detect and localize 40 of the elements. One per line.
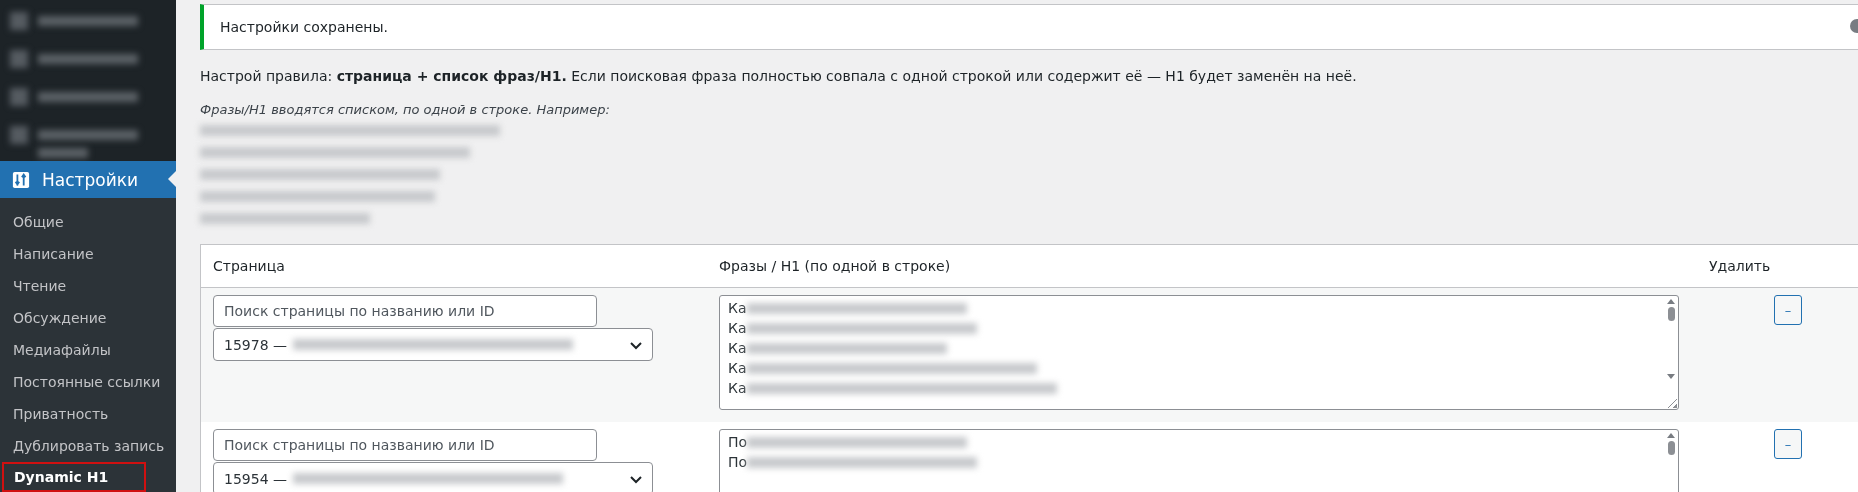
- column-header: Удалить: [1709, 258, 1771, 274]
- phrase-text: Ка: [728, 300, 747, 316]
- sidebar-item[interactable]: Приватность: [2, 398, 174, 430]
- redacted-icon: [10, 50, 28, 68]
- sidebar-item[interactable]: Обсуждение: [2, 302, 174, 334]
- notice-text: Настройки сохранены.: [220, 19, 388, 35]
- search-field[interactable]: Поиск страницы по названию или ID: [213, 429, 597, 461]
- description-text: Настрой правила: страница + список фраз/H1. Если поисковая фраза полностью совпала с одной строкой или содержит её — H1 будет заменён на неё.: [200, 68, 1358, 84]
- remove-button[interactable]: –: [1774, 429, 1802, 459]
- redacted-icon: [10, 88, 28, 106]
- scroll-down-icon[interactable]: [1667, 374, 1675, 379]
- phrases-field[interactable]: По По: [719, 429, 1679, 492]
- phrase-text: Ка: [728, 380, 747, 396]
- column-header: Фразы / H1 (по одной в строке): [719, 258, 951, 274]
- phrase-text: По: [728, 434, 748, 450]
- phrases-field[interactable]: Ка Ка Ка Ка Ка: [719, 295, 1679, 410]
- sliders-icon: [12, 170, 30, 189]
- scroll-thumb[interactable]: [1667, 441, 1675, 455]
- redacted-icon: [10, 126, 28, 144]
- phrase-text: Ка: [728, 320, 747, 336]
- sidebar-item[interactable]: Чтение: [2, 270, 174, 302]
- search-field[interactable]: Поиск страницы по названию или ID: [213, 295, 597, 327]
- redacted-text: [38, 148, 88, 158]
- sidebar-item[interactable]: Общие: [2, 206, 174, 238]
- phrase-text: По: [728, 454, 748, 470]
- page-select[interactable]: 15954 —: [213, 462, 653, 492]
- phrase-text: Ка: [728, 340, 747, 356]
- column-header: Страница: [213, 258, 285, 274]
- sidebar-item[interactable]: Постоянные ссылки: [2, 366, 174, 398]
- example-intro-text: Фразы/H1 вводятся списком, по одной в строке. Например:: [200, 102, 611, 117]
- settings-menu-item[interactable]: Настройки: [0, 161, 176, 198]
- scroll-thumb[interactable]: [1667, 307, 1675, 321]
- sidebar-item[interactable]: Дублировать запись: [2, 430, 174, 462]
- phrase-text: Ка: [728, 360, 747, 376]
- sidebar-item[interactable]: Медиафайлы: [2, 334, 174, 366]
- sidebar-item[interactable]: Dynamic H1: [2, 462, 146, 492]
- sidebar-item[interactable]: Написание: [2, 238, 174, 270]
- page-select[interactable]: 15978 —: [213, 328, 653, 361]
- remove-button[interactable]: –: [1774, 295, 1802, 325]
- redacted-icon: [10, 12, 28, 30]
